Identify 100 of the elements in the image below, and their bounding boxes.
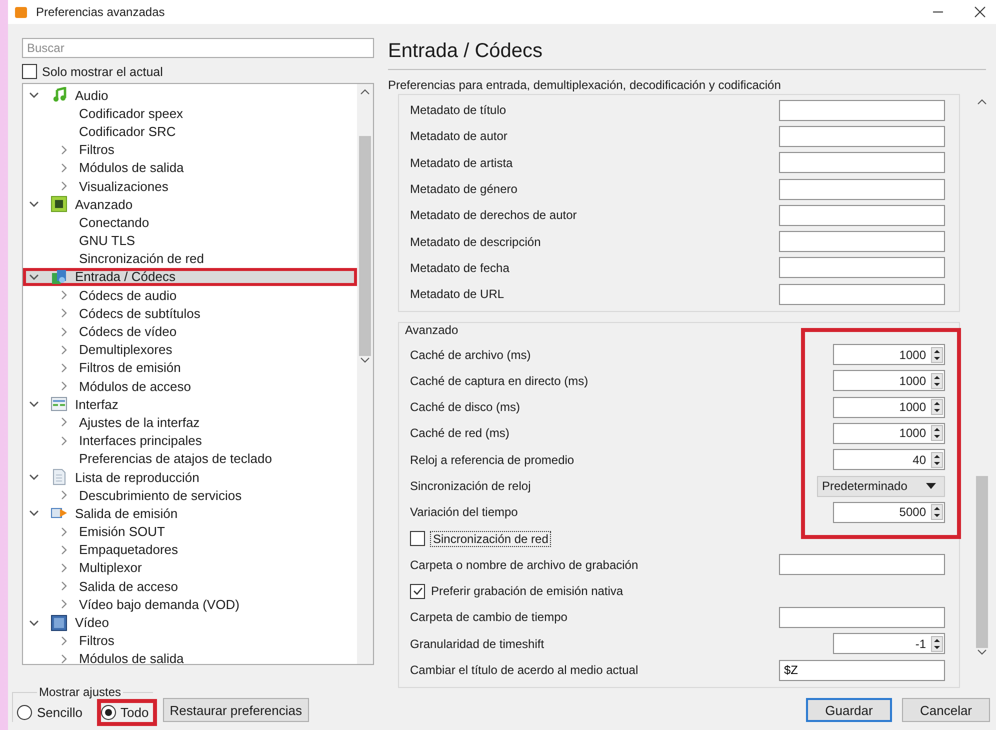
tree-item[interactable]: Filtros	[23, 632, 357, 650]
text-field[interactable]	[779, 204, 945, 226]
tree-item[interactable]: Visualizaciones	[23, 176, 357, 196]
tree-item[interactable]: Códecs de subtítulos	[23, 304, 357, 322]
tree-item[interactable]: Interfaz	[23, 395, 357, 414]
tree-item[interactable]: Demultiplexores	[23, 340, 357, 359]
tree-item[interactable]: Ajustes de la interfaz	[23, 413, 357, 432]
tree-item[interactable]: Codificador speex	[23, 104, 357, 122]
tree-item[interactable]: Preferencias de atajos de teclado	[23, 450, 357, 468]
tree-item[interactable]: Audio	[23, 86, 357, 104]
tree-item[interactable]: Codificador SRC	[23, 122, 357, 141]
tree-item[interactable]: Avanzado	[23, 195, 357, 214]
scroll-down-icon	[977, 648, 987, 656]
tree-item[interactable]: Descubrimiento de servicios	[23, 486, 357, 504]
spin-arrows-icon	[931, 636, 943, 652]
setting-label: Caché de red (ms)	[410, 426, 510, 440]
spin-box[interactable]: 1000	[833, 370, 945, 392]
spin-box[interactable]: 1000	[833, 344, 945, 366]
checkbox-label: Preferir grabación de emisión nativa	[431, 584, 624, 598]
scrollbar[interactable]	[357, 84, 373, 664]
text-field[interactable]	[779, 284, 945, 305]
spin-arrows-icon	[931, 399, 943, 416]
scroll-thumb[interactable]	[976, 476, 988, 648]
tree-item[interactable]: Sincronización de red	[23, 250, 357, 268]
setting-label: Caché de captura en directo (ms)	[410, 374, 588, 388]
tree-item[interactable]: Módulos de salida	[23, 158, 357, 177]
radio-label: Sencillo	[37, 705, 83, 720]
tree-item[interactable]: Filtros	[23, 140, 357, 159]
tree-item[interactable]: Módulos de acceso	[23, 377, 357, 396]
text-field[interactable]	[779, 178, 945, 200]
spin-arrows-icon	[931, 372, 943, 389]
dropdown[interactable]: Predeterminado	[817, 476, 945, 496]
tree-item[interactable]: Interfaces principales	[23, 432, 357, 450]
checkbox[interactable]	[410, 584, 425, 599]
setting-label: Metadato de descripción	[410, 234, 541, 249]
tree-item[interactable]: Vídeo bajo demanda (VOD)	[23, 595, 357, 614]
text-field[interactable]	[779, 126, 945, 147]
setting-label: Metadato de autor	[410, 129, 508, 144]
highlight-frame	[96, 699, 157, 726]
checkbox[interactable]	[410, 531, 425, 546]
text-field[interactable]	[779, 606, 945, 628]
setting-label: Caché de archivo (ms)	[410, 348, 531, 362]
radio-label: Todo	[120, 705, 149, 720]
app-icon	[14, 5, 28, 19]
setting-label: Metadato de fecha	[410, 260, 510, 275]
search-field[interactable]: Buscar	[22, 38, 374, 58]
setting-label: Carpeta o nombre de archivo de grabación	[410, 558, 638, 572]
tree-item[interactable]: Códecs de audio	[23, 286, 357, 304]
spin-box[interactable]: -1	[833, 633, 945, 654]
spin-arrows-icon	[931, 504, 943, 520]
tree-item[interactable]: Vídeo	[23, 613, 357, 632]
tree-item[interactable]: Conectando	[23, 213, 357, 232]
setting-label: Metadato de género	[410, 182, 518, 196]
film-icon	[51, 614, 67, 631]
checkbox[interactable]	[22, 64, 37, 79]
tree-item[interactable]: Salida de emisión	[23, 504, 357, 522]
document-icon	[51, 469, 67, 486]
tree-item[interactable]: Módulos de salida	[23, 650, 357, 664]
tree-item[interactable]: Códecs de vídeo	[23, 322, 357, 341]
cancel-button[interactable]: Cancelar	[902, 698, 990, 722]
codec-icon	[51, 268, 67, 285]
spin-box[interactable]: 40	[833, 449, 945, 470]
text-field[interactable]	[779, 100, 945, 121]
tree-item[interactable]: Lista de reproducción	[23, 468, 357, 486]
chip-icon	[51, 196, 67, 212]
text-field[interactable]	[779, 231, 945, 252]
tree-item[interactable]: Entrada / Códecs	[23, 268, 357, 286]
tree-item[interactable]: Salida de acceso	[23, 577, 357, 596]
spin-arrows-icon	[931, 425, 943, 442]
spin-arrows-icon	[931, 452, 943, 468]
scroll-thumb[interactable]	[359, 136, 371, 356]
text-field[interactable]	[779, 152, 945, 174]
scroll-down-icon	[360, 356, 370, 364]
radio-button[interactable]	[100, 705, 116, 720]
setting-label: Cambiar el título de acerdo al medio actual	[410, 663, 638, 678]
checkmark-icon	[412, 585, 424, 598]
close-icon	[974, 6, 986, 18]
group-title: Avanzado	[405, 323, 460, 338]
checkbox-label: Solo mostrar el actual	[42, 64, 163, 78]
spin-box[interactable]: 1000	[833, 396, 945, 418]
spin-box[interactable]: 5000	[833, 502, 945, 523]
tree-item[interactable]: GNU TLS	[23, 232, 357, 250]
text-field[interactable]	[779, 257, 945, 278]
note-icon	[51, 87, 67, 104]
tree-item[interactable]: Multiplexor	[23, 558, 357, 578]
radio-button[interactable]	[17, 705, 32, 720]
tree-item[interactable]: Empaquetadores	[23, 540, 357, 559]
reset-button[interactable]: Restaurar preferencias	[162, 698, 309, 722]
spin-box[interactable]: 1000	[833, 422, 945, 444]
text-field[interactable]	[779, 554, 945, 576]
setting-label: Metadato de título	[410, 103, 506, 118]
window-title: Preferencias avanzadas	[36, 5, 166, 19]
text-field[interactable]: $Z	[779, 660, 945, 681]
tree-item[interactable]: Emisión SOUT	[23, 522, 357, 541]
setting-label: Variación del tiempo	[410, 505, 518, 520]
scroll-up-icon	[360, 88, 370, 96]
save-button[interactable]: Guardar	[806, 698, 892, 722]
tree-item[interactable]: Filtros de emisión	[23, 358, 357, 377]
window-icon	[51, 396, 67, 412]
setting-label: Carpeta de cambio de tiempo	[410, 610, 568, 624]
